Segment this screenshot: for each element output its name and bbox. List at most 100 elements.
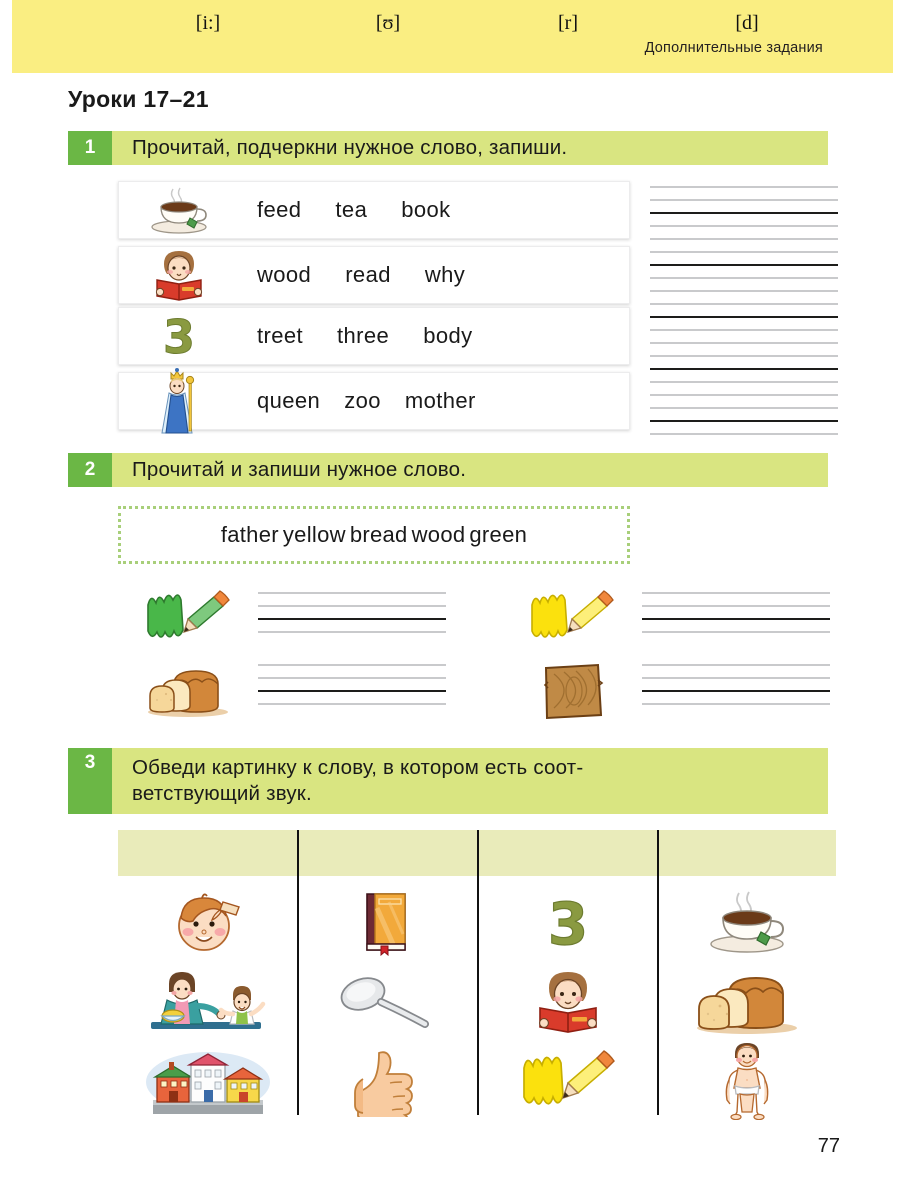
writing-baseline: [642, 618, 830, 621]
writing-lines-exercise2[interactable]: [258, 592, 446, 650]
word-option[interactable]: tea: [335, 197, 367, 223]
word-choices[interactable]: treet three body: [239, 323, 629, 349]
task-1-number: 1: [68, 131, 112, 165]
teacup-icon[interactable]: [658, 886, 836, 958]
task-3-instruction-line2: ветствующий звук.: [132, 782, 312, 805]
workbook-page: Дополнительные задания Уроки 17–21 1 Про…: [0, 0, 900, 1200]
word-bank-word[interactable]: bread: [348, 522, 410, 548]
task-2-header: 2 Прочитай и запиши нужное слово.: [68, 453, 828, 487]
teacup-icon: [119, 181, 239, 239]
bread-loaf-icon: [138, 660, 238, 722]
writing-guideline: [650, 407, 838, 409]
writing-guideline: [642, 703, 830, 705]
writing-baseline: [650, 264, 838, 267]
girl-reading-icon[interactable]: [478, 966, 658, 1038]
writing-guideline: [650, 433, 838, 435]
writing-guideline: [650, 238, 838, 240]
writing-guideline: [642, 677, 830, 679]
phoneme-header-cell: [ʊ]: [375, 11, 401, 34]
word-bank-word[interactable]: yellow: [281, 522, 348, 548]
word-option[interactable]: treet: [257, 323, 303, 349]
thumbs-up-icon[interactable]: [298, 1046, 478, 1118]
word-option[interactable]: mother: [405, 388, 476, 414]
word-option[interactable]: book: [401, 197, 450, 223]
writing-guideline: [258, 592, 446, 594]
body-boy-icon[interactable]: [658, 1040, 836, 1120]
phoneme-header-cell: [r]: [558, 11, 578, 34]
street-houses-icon[interactable]: [118, 1046, 298, 1118]
writing-guideline: [650, 251, 838, 253]
word-bank-word[interactable]: wood: [410, 522, 468, 548]
writing-baseline: [258, 690, 446, 693]
writing-baseline: [650, 212, 838, 215]
svg-text:3: 3: [548, 890, 588, 955]
task-2-number: 2: [68, 453, 112, 487]
svg-text:3: 3: [163, 310, 195, 362]
phoneme-header-cell: [d]: [735, 11, 759, 34]
writing-guideline: [650, 225, 838, 227]
head-face-icon[interactable]: [118, 886, 298, 958]
word-option[interactable]: queen: [257, 388, 320, 414]
writing-lines-exercise2[interactable]: [258, 664, 446, 722]
word-choices[interactable]: queen zoo mother: [239, 388, 629, 414]
writing-guideline: [650, 199, 838, 201]
queen-icon: [119, 368, 239, 434]
spoon-icon[interactable]: [298, 966, 478, 1038]
page-number: 77: [817, 1135, 840, 1157]
writing-guideline: [650, 381, 838, 383]
task-1-header: 1 Прочитай, подчеркни нужное слово, запи…: [68, 131, 828, 165]
writing-guideline: [642, 592, 830, 594]
writing-lines-exercise2[interactable]: [642, 592, 830, 650]
writing-baseline: [650, 316, 838, 319]
task-3-header: 3 Обведи картинку к слову, в котором ест…: [68, 748, 828, 814]
word-option[interactable]: wood: [257, 262, 311, 288]
writing-guideline: [650, 329, 838, 331]
word-option[interactable]: body: [423, 323, 472, 349]
lesson-title: Уроки 17–21: [68, 86, 209, 112]
word-option[interactable]: three: [337, 323, 389, 349]
word-row-card[interactable]: feed tea book: [118, 181, 630, 239]
writing-guideline: [650, 186, 838, 188]
writing-guideline: [258, 605, 446, 607]
writing-lines-exercise2[interactable]: [642, 664, 830, 722]
wood-plank-icon: [522, 660, 622, 722]
writing-guideline: [642, 631, 830, 633]
task-1-instruction: Прочитай, подчеркни нужное слово, запиши…: [132, 135, 568, 159]
writing-guideline: [650, 290, 838, 292]
word-row-card[interactable]: queen zoo mother: [118, 368, 630, 434]
writing-guideline: [258, 703, 446, 705]
word-option[interactable]: read: [345, 262, 391, 288]
word-bank-word[interactable]: father: [219, 522, 281, 548]
writing-baseline: [642, 690, 830, 693]
number-three-icon: 3: [119, 307, 239, 365]
writing-guideline: [650, 342, 838, 344]
writing-lines-exercise1[interactable]: [650, 186, 838, 435]
word-option[interactable]: zoo: [344, 388, 381, 414]
word-row-card[interactable]: wood read why: [118, 246, 630, 304]
writing-guideline: [258, 677, 446, 679]
bread-loaf-icon[interactable]: [658, 966, 836, 1038]
word-choices[interactable]: feed tea book: [239, 197, 629, 223]
task-2-instruction: Прочитай и запиши нужное слово.: [132, 457, 467, 481]
word-option[interactable]: why: [425, 262, 465, 288]
writing-baseline: [650, 368, 838, 371]
writing-guideline: [258, 631, 446, 633]
word-row-card[interactable]: 3 treet three body: [118, 307, 630, 365]
word-bank-box: father yellow bread wood green: [118, 506, 630, 564]
mother-feeding-child-icon[interactable]: [118, 966, 298, 1038]
yellow-scribble-pencil-icon[interactable]: [478, 1046, 658, 1118]
task-3-instruction-line1: Обведи картинку к слову, в котором есть …: [132, 755, 584, 779]
writing-baseline: [650, 420, 838, 423]
word-choices[interactable]: wood read why: [239, 262, 629, 288]
writing-baseline: [258, 618, 446, 621]
book-icon[interactable]: [298, 886, 478, 958]
task-3-number: 3: [68, 748, 112, 814]
phoneme-header-cell: [i:]: [195, 11, 221, 34]
writing-guideline: [258, 664, 446, 666]
writing-guideline: [650, 355, 838, 357]
writing-guideline: [642, 605, 830, 607]
girl-reading-icon: [119, 246, 239, 304]
word-option[interactable]: feed: [257, 197, 301, 223]
number-three-icon[interactable]: 3: [478, 886, 658, 958]
word-bank-word[interactable]: green: [467, 522, 529, 548]
